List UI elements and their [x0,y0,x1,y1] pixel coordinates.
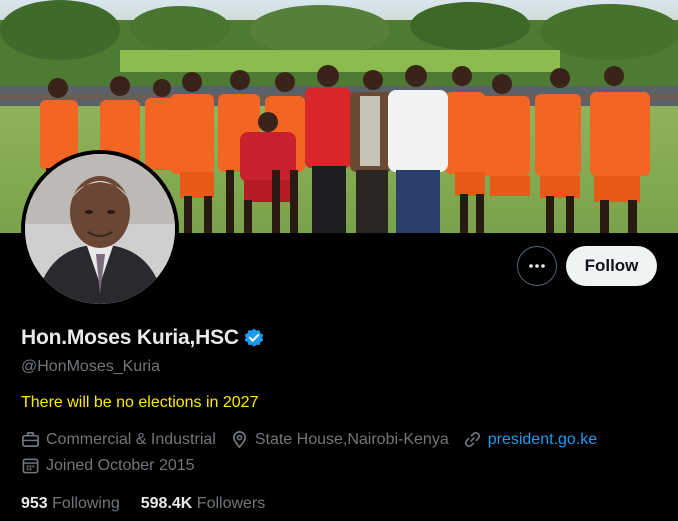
profile-joined-row: Joined October 2015 [21,456,209,475]
profile-website[interactable]: president.go.ke [463,430,597,449]
follow-button[interactable]: Follow [566,246,657,286]
website-link[interactable]: president.go.ke [488,431,597,449]
joined-label: Joined October 2015 [46,456,195,474]
verified-badge-icon[interactable] [243,327,265,349]
profile-joined: Joined October 2015 [21,456,195,475]
profile-category: Commercial & Industrial [21,430,216,449]
followers-stat[interactable]: 598.4K Followers [141,495,266,513]
following-stat[interactable]: 953 Following [21,495,120,513]
avatar-photo [25,154,175,304]
link-icon [464,431,480,448]
following-count: 953 [21,495,48,512]
profile-avatar[interactable] [21,150,179,308]
profile-bio: There will be no elections in 2027 [21,394,259,411]
location-pin-icon [232,431,246,449]
followers-label: Followers [196,495,266,512]
more-options-button[interactable] [517,246,557,286]
profile-meta-row: Commercial & Industrial State House,Nair… [21,430,611,449]
profile-stats: 953 Following 598.4K Followers [21,495,286,513]
profile-handle: @HonMoses_Kuria [21,358,160,375]
followers-count: 598.4K [140,495,193,512]
display-name: Hon.Moses Kuria,HSC [21,326,239,349]
location-label: State House,Nairobi-Kenya [254,430,449,448]
category-label: Commercial & Industrial [46,430,216,448]
briefcase-icon [22,431,39,448]
calendar-icon [22,458,39,474]
following-label: Following [52,495,120,512]
profile-location: State House,Nairobi-Kenya [230,430,449,449]
more-dots-icon [529,264,545,268]
profile-name-row: Hon.Moses Kuria,HSC [21,326,265,350]
